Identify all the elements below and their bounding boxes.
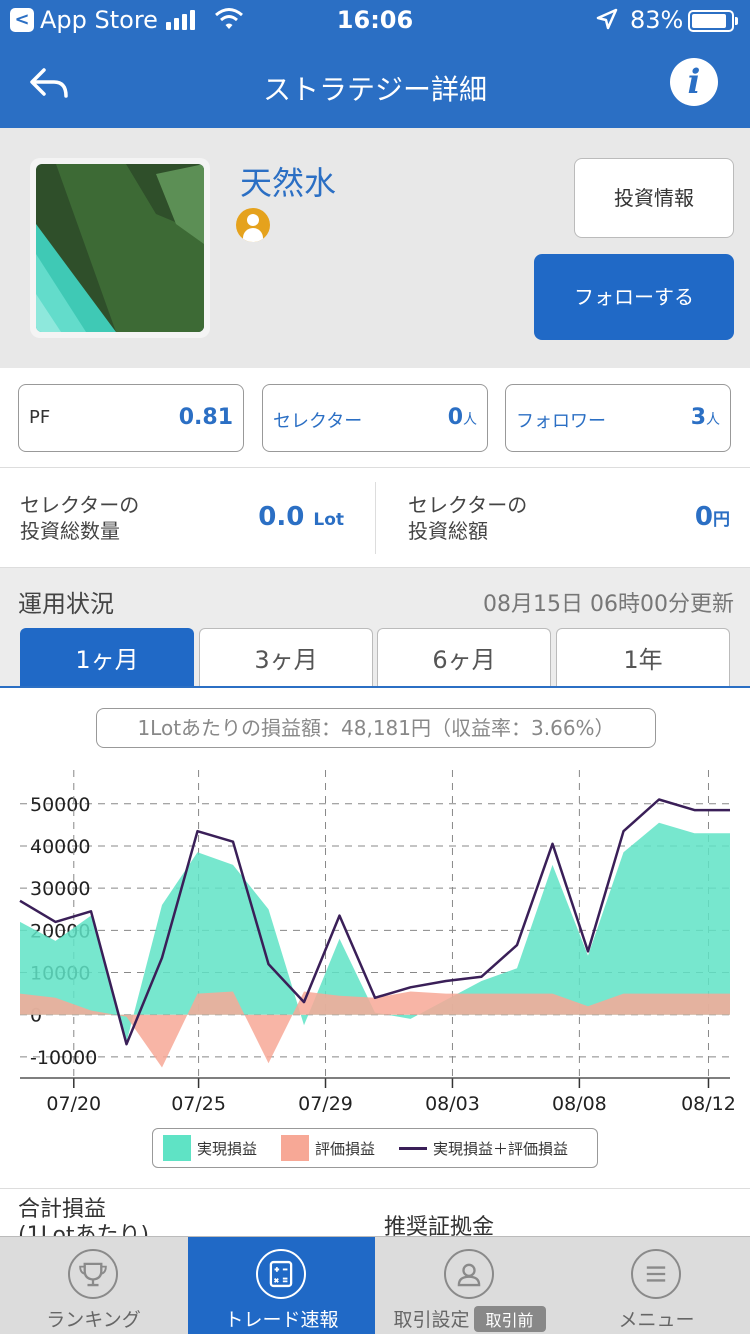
recommended-margin-label: 推奨証拠金	[384, 1215, 495, 1238]
lot-value: 0.0 Lot	[258, 502, 344, 532]
profit-per-lot: 1Lotあたりの損益額：48,181円（収益率：3.66%）	[96, 708, 656, 748]
operations-header: 運用状況 08月15日 06時00分更新	[0, 568, 750, 628]
y-tick-label: -10000	[30, 1047, 97, 1069]
status-bar: < App Store 16:06 83%	[0, 0, 750, 42]
tab-ranking[interactable]: ランキング	[0, 1237, 187, 1334]
menu-icon	[631, 1249, 681, 1299]
location-arrow-icon	[596, 8, 618, 30]
tab-trade-settings[interactable]: 取引設定 取引前	[376, 1237, 563, 1334]
x-tick-label: 07/29	[298, 1093, 353, 1115]
follow-button[interactable]: フォローする	[534, 254, 734, 340]
pl-chart: 50000400003000020000100000-1000007/2007/…	[19, 770, 736, 1115]
lot-label: セレクターの 投資総数量	[20, 493, 140, 543]
total-pl-label: 合計損益 (1Lotあたり)	[18, 1197, 150, 1238]
landscape-photo	[36, 164, 204, 332]
stats-row: PF 0.81 セレクター 0人 フォロワー 3人	[0, 368, 750, 468]
page-title: ストラテジー詳細	[262, 73, 487, 106]
legend-swatch	[281, 1135, 309, 1161]
header-bar: ストラテジー詳細 i	[0, 42, 750, 128]
tab-1-month[interactable]: 1ヶ月	[20, 628, 194, 686]
legend-realized: 実現損益	[163, 1129, 257, 1167]
operations-title: 運用状況	[18, 590, 114, 618]
stat-label: フォロワー	[516, 411, 606, 432]
period-tabs: 1ヶ月 3ヶ月 6ヶ月 1年	[0, 628, 750, 688]
stat-value: 0人	[447, 405, 477, 430]
y-tick-label: 40000	[30, 836, 90, 858]
legend-swatch	[163, 1135, 191, 1161]
stat-value: 0.81	[178, 405, 233, 430]
y-tick-label: 50000	[30, 794, 90, 816]
x-tick-label: 07/20	[46, 1093, 101, 1115]
selector-totals: セレクターの 投資総数量 0.0 Lot セレクターの 投資総額 0円	[0, 468, 750, 568]
bottom-summary: 合計損益 (1Lotあたり) 推奨証拠金	[0, 1188, 750, 1238]
stat-label: PF	[29, 407, 51, 428]
tab-3-months[interactable]: 3ヶ月	[199, 628, 373, 686]
tab-menu[interactable]: メニュー	[563, 1237, 750, 1334]
tab-label: 取引設定 取引前	[376, 1305, 563, 1332]
info-icon[interactable]: i	[670, 58, 718, 106]
bottom-tab-bar: ランキング トレード速報 取引設定 取引前 メニュー	[0, 1236, 750, 1334]
x-tick-label: 08/12	[681, 1093, 736, 1115]
y-tick-label: 30000	[30, 878, 90, 900]
tab-label: トレード速報	[224, 1309, 339, 1331]
stat-label: セレクター	[273, 411, 363, 432]
user-icon	[236, 208, 270, 242]
strategy-photo	[30, 158, 210, 338]
battery-icon	[688, 10, 738, 32]
x-tick-label: 07/25	[171, 1093, 226, 1115]
tab-trade-news[interactable]: トレード速報	[188, 1237, 375, 1334]
x-tick-label: 08/03	[425, 1093, 480, 1115]
x-tick-label: 08/08	[552, 1093, 607, 1115]
stat-followers[interactable]: フォロワー 3人	[505, 384, 731, 452]
updated-timestamp: 08月15日 06時00分更新	[483, 592, 734, 617]
amount-label: セレクターの 投資総額	[408, 493, 528, 543]
tab-label: メニュー	[618, 1309, 695, 1331]
legend-unrealized: 評価損益	[281, 1129, 375, 1167]
stat-selectors[interactable]: セレクター 0人	[262, 384, 488, 452]
legend-line	[399, 1146, 427, 1150]
amount-value: 0円	[694, 502, 730, 532]
divider	[375, 482, 376, 554]
legend-total: 実現損益＋評価損益	[399, 1129, 568, 1167]
strategy-name: 天然水	[240, 164, 337, 202]
calculator-icon	[256, 1249, 306, 1299]
chart-legend: 実現損益 評価損益 実現損益＋評価損益	[152, 1128, 598, 1168]
status-badge: 取引前	[473, 1306, 546, 1332]
battery-percent: 83%	[630, 6, 684, 34]
trophy-icon	[68, 1249, 118, 1299]
tab-1-year[interactable]: 1年	[556, 628, 730, 686]
stat-pf: PF 0.81	[18, 384, 244, 452]
person-icon	[444, 1249, 494, 1299]
strategy-profile: 天然水 投資情報 フォローする	[0, 128, 750, 368]
tab-label: ランキング	[46, 1309, 141, 1331]
stat-value: 3人	[690, 405, 720, 430]
investment-info-button[interactable]: 投資情報	[574, 158, 734, 238]
tab-6-months[interactable]: 6ヶ月	[377, 628, 551, 686]
